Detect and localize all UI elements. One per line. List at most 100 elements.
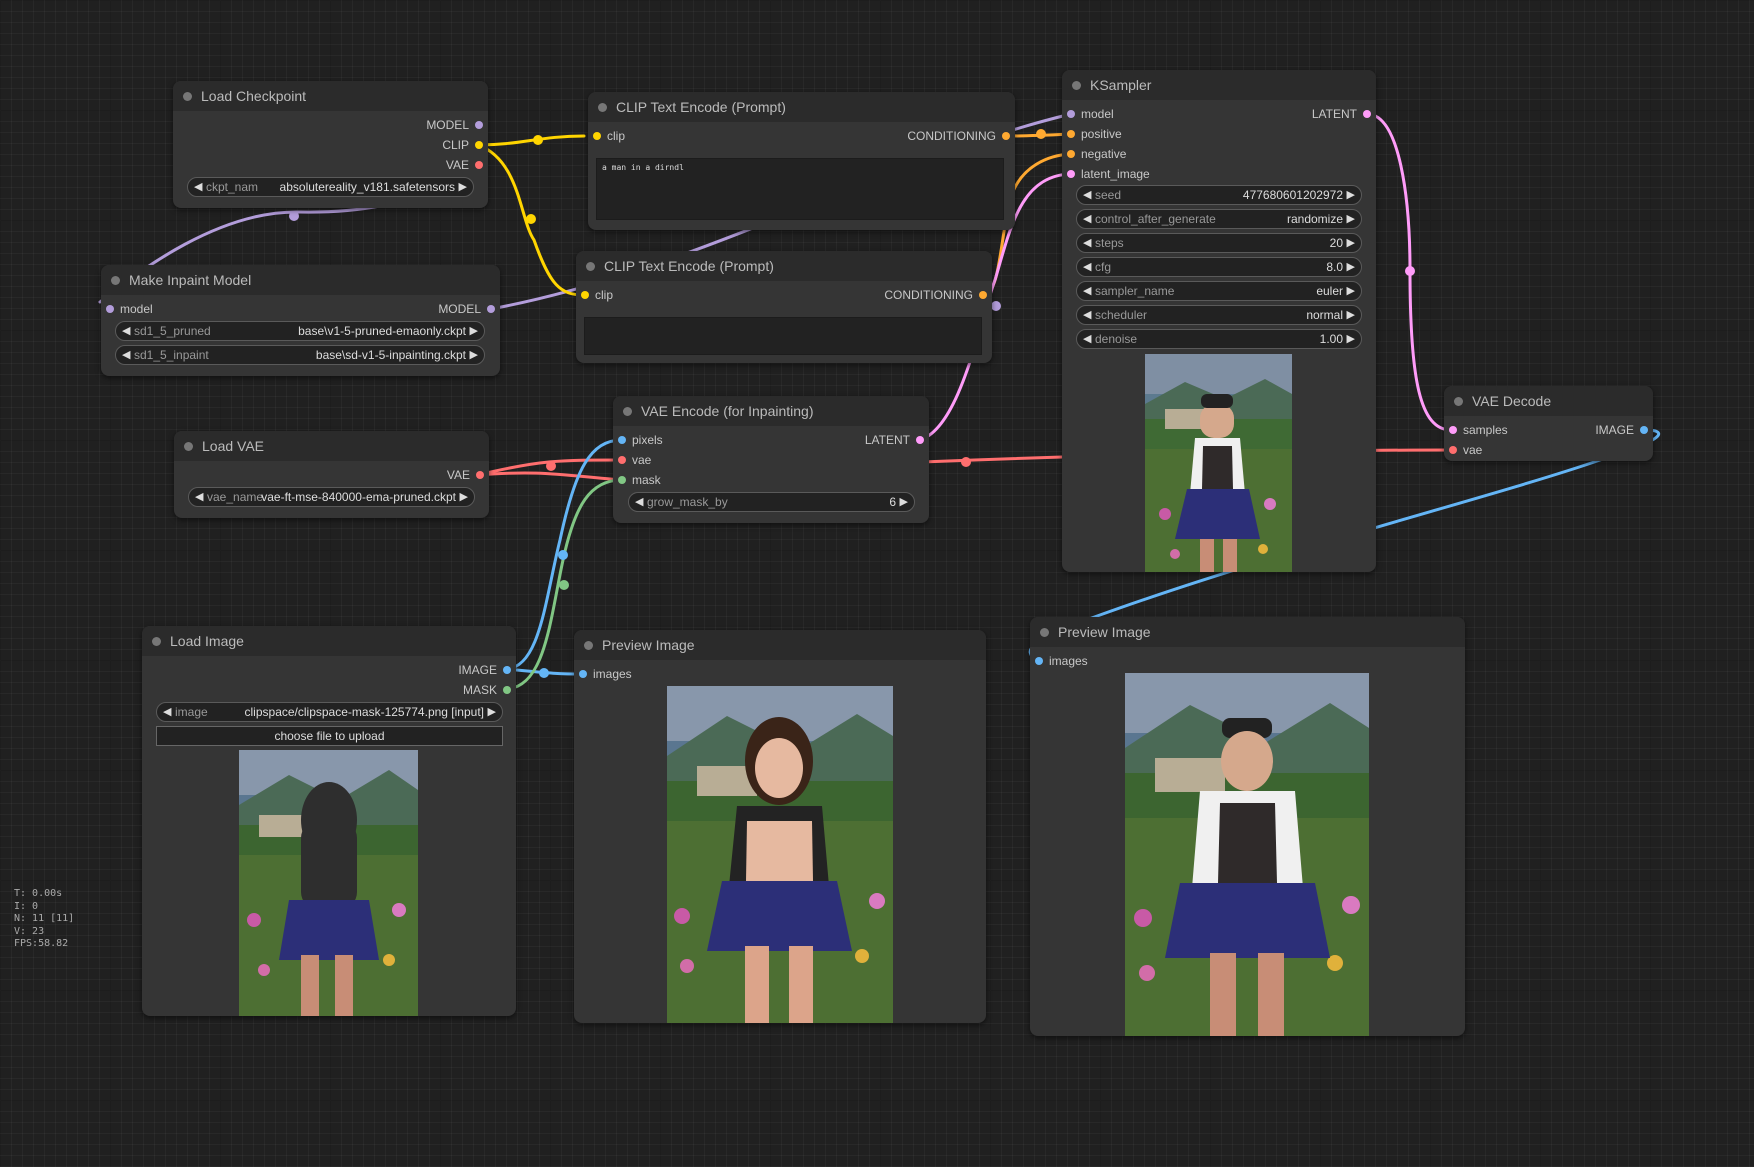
slot-dot[interactable] <box>1067 170 1075 178</box>
slot-dot[interactable] <box>1067 130 1075 138</box>
preview-image-1-output[interactable] <box>667 686 893 1023</box>
grow-mask-by-number[interactable]: ◀ grow_mask_by 6 ▶ <box>628 492 915 512</box>
input-negative[interactable]: negative <box>1067 147 1126 161</box>
node-make-inpaint-model[interactable]: Make Inpaint Model model MODEL ◀ sd1_5_p… <box>101 265 500 376</box>
node-title[interactable]: Load Checkpoint <box>173 81 488 111</box>
choose-file-upload-button[interactable]: choose file to upload <box>156 726 503 746</box>
ckpt-name-combo[interactable]: ◀ ckpt_nam absolutereality_v181.safetens… <box>187 177 474 197</box>
node-load-checkpoint[interactable]: Load Checkpoint MODEL CLIP VAE ◀ ckpt_na… <box>173 81 488 208</box>
slot-dot[interactable] <box>1002 132 1010 140</box>
input-samples[interactable]: samples <box>1449 423 1508 437</box>
slot-dot[interactable] <box>1067 150 1075 158</box>
increment-arrow-icon[interactable]: ▶ <box>1347 282 1355 300</box>
output-latent[interactable]: LATENT <box>865 433 924 447</box>
node-title[interactable]: VAE Decode <box>1444 386 1653 416</box>
denoise-number[interactable]: ◀ denoise 1.00 ▶ <box>1076 329 1362 349</box>
slot-dot[interactable] <box>503 686 511 694</box>
slot-dot[interactable] <box>1449 446 1457 454</box>
seed-number[interactable]: ◀ seed 477680601202972 ▶ <box>1076 185 1362 205</box>
sd15-inpaint-combo[interactable]: ◀ sd1_5_inpaint base\sd-v1-5-inpainting.… <box>115 345 485 365</box>
slot-dot[interactable] <box>916 436 924 444</box>
output-vae[interactable]: VAE <box>446 158 483 172</box>
slot-dot[interactable] <box>979 291 987 299</box>
input-images[interactable]: images <box>579 667 632 681</box>
preview-image-2-output[interactable] <box>1125 673 1369 1036</box>
slot-dot[interactable] <box>475 121 483 129</box>
increment-arrow-icon[interactable]: ▶ <box>470 322 478 340</box>
output-model[interactable]: MODEL <box>438 302 495 316</box>
input-pixels[interactable]: pixels <box>618 433 663 447</box>
decrement-arrow-icon[interactable]: ◀ <box>194 178 202 196</box>
input-clip[interactable]: clip <box>581 288 613 302</box>
output-image[interactable]: IMAGE <box>458 663 511 677</box>
slot-dot[interactable] <box>618 436 626 444</box>
increment-arrow-icon[interactable]: ▶ <box>488 703 496 721</box>
input-vae[interactable]: vae <box>618 453 651 467</box>
control-after-generate-combo[interactable]: ◀ control_after_generate randomize ▶ <box>1076 209 1362 229</box>
increment-arrow-icon[interactable]: ▶ <box>470 346 478 364</box>
node-title[interactable]: CLIP Text Encode (Prompt) <box>576 251 992 281</box>
node-load-image[interactable]: Load Image IMAGE MASK ◀ image clipspace/… <box>142 626 516 1016</box>
slot-dot[interactable] <box>1035 657 1043 665</box>
decrement-arrow-icon[interactable]: ◀ <box>1083 210 1091 228</box>
slot-dot[interactable] <box>579 670 587 678</box>
image-combo[interactable]: ◀ image clipspace/clipspace-mask-125774.… <box>156 702 503 722</box>
slot-dot[interactable] <box>1449 426 1457 434</box>
decrement-arrow-icon[interactable]: ◀ <box>1083 258 1091 276</box>
slot-dot[interactable] <box>618 476 626 484</box>
input-positive[interactable]: positive <box>1067 127 1122 141</box>
decrement-arrow-icon[interactable]: ◀ <box>1083 330 1091 348</box>
increment-arrow-icon[interactable]: ▶ <box>1347 258 1355 276</box>
input-model[interactable]: model <box>106 302 153 316</box>
output-latent[interactable]: LATENT <box>1312 107 1371 121</box>
slot-dot[interactable] <box>581 291 589 299</box>
increment-arrow-icon[interactable]: ▶ <box>1347 330 1355 348</box>
collapse-dot[interactable] <box>598 103 607 112</box>
node-title[interactable]: Preview Image <box>1030 617 1465 647</box>
increment-arrow-icon[interactable]: ▶ <box>1347 234 1355 252</box>
node-clip-text-encode-positive[interactable]: CLIP Text Encode (Prompt) clip CONDITION… <box>588 92 1015 230</box>
collapse-dot[interactable] <box>184 442 193 451</box>
increment-arrow-icon[interactable]: ▶ <box>1347 186 1355 204</box>
increment-arrow-icon[interactable]: ▶ <box>1347 306 1355 324</box>
cfg-number[interactable]: ◀ cfg 8.0 ▶ <box>1076 257 1362 277</box>
output-vae[interactable]: VAE <box>447 468 484 482</box>
steps-number[interactable]: ◀ steps 20 ▶ <box>1076 233 1362 253</box>
prompt-textarea[interactable] <box>584 317 982 355</box>
node-ksampler[interactable]: KSampler model positive negative latent_… <box>1062 70 1376 572</box>
collapse-dot[interactable] <box>586 262 595 271</box>
decrement-arrow-icon[interactable]: ◀ <box>163 703 171 721</box>
decrement-arrow-icon[interactable]: ◀ <box>1083 234 1091 252</box>
node-title[interactable]: KSampler <box>1062 70 1376 100</box>
input-clip[interactable]: clip <box>593 129 625 143</box>
node-title[interactable]: Load Image <box>142 626 516 656</box>
node-title[interactable]: CLIP Text Encode (Prompt) <box>588 92 1015 122</box>
slot-dot[interactable] <box>475 161 483 169</box>
input-mask[interactable]: mask <box>618 473 661 487</box>
node-load-vae[interactable]: Load VAE VAE ◀ vae_name vae-ft-mse-84000… <box>174 431 489 518</box>
output-clip[interactable]: CLIP <box>442 138 483 152</box>
collapse-dot[interactable] <box>1072 81 1081 90</box>
output-conditioning[interactable]: CONDITIONING <box>884 288 987 302</box>
increment-arrow-icon[interactable]: ▶ <box>459 178 467 196</box>
slot-dot[interactable] <box>618 456 626 464</box>
increment-arrow-icon[interactable]: ▶ <box>900 493 908 511</box>
slot-dot[interactable] <box>1067 110 1075 118</box>
input-latent-image[interactable]: latent_image <box>1067 167 1150 181</box>
slot-dot[interactable] <box>503 666 511 674</box>
output-conditioning[interactable]: CONDITIONING <box>907 129 1010 143</box>
slot-dot[interactable] <box>1640 426 1648 434</box>
prompt-textarea[interactable]: a man in a dirndl <box>596 158 1004 220</box>
increment-arrow-icon[interactable]: ▶ <box>460 488 468 506</box>
input-vae[interactable]: vae <box>1449 443 1482 457</box>
decrement-arrow-icon[interactable]: ◀ <box>1083 282 1091 300</box>
node-vae-decode[interactable]: VAE Decode samples vae IMAGE <box>1444 386 1653 461</box>
output-image[interactable]: IMAGE <box>1595 423 1648 437</box>
node-title[interactable]: Load VAE <box>174 431 489 461</box>
collapse-dot[interactable] <box>111 276 120 285</box>
node-preview-image-1[interactable]: Preview Image images <box>574 630 986 1023</box>
decrement-arrow-icon[interactable]: ◀ <box>1083 306 1091 324</box>
collapse-dot[interactable] <box>1454 397 1463 406</box>
slot-dot[interactable] <box>1363 110 1371 118</box>
slot-dot[interactable] <box>487 305 495 313</box>
